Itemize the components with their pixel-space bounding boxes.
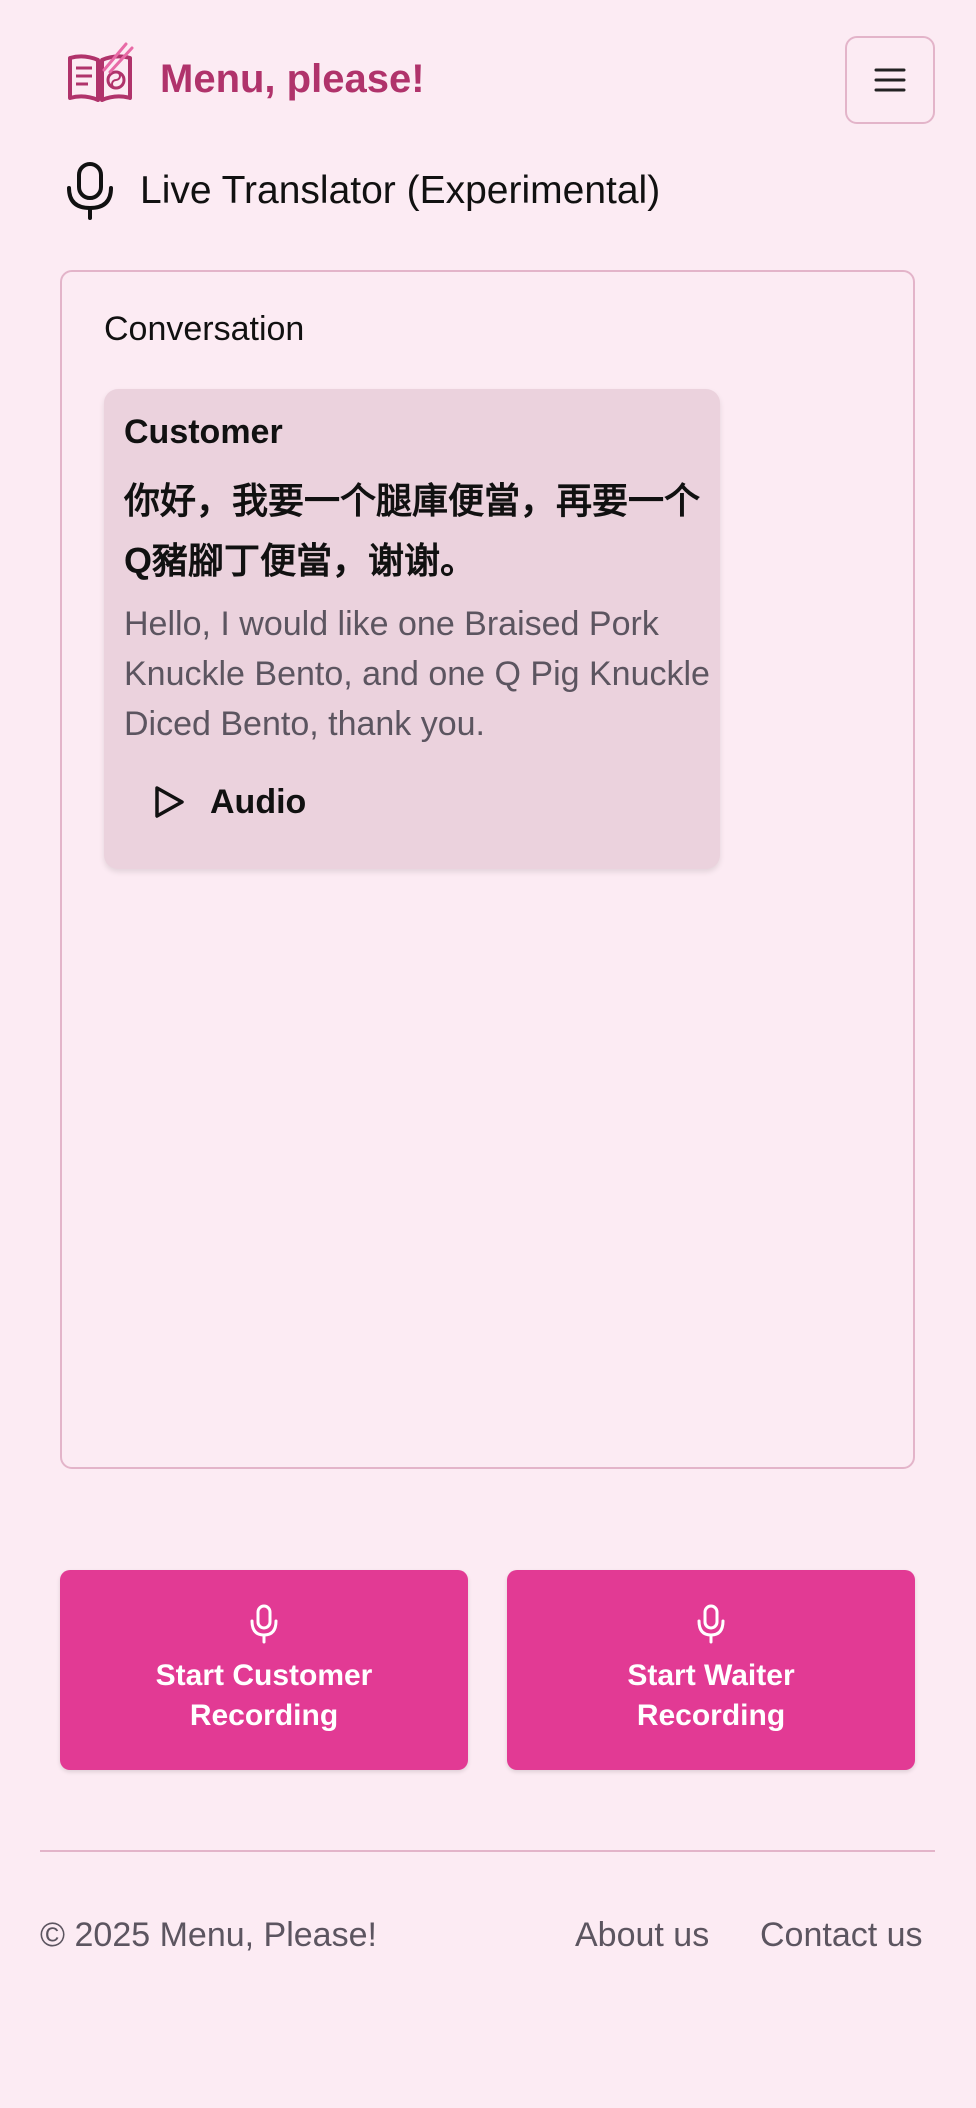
start-customer-recording-label: Start Customer Recording (155, 1659, 373, 1732)
start-waiter-recording-label: Start Waiter Recording (627, 1659, 795, 1732)
about-us-link[interactable]: About us (575, 1916, 709, 1955)
microphone-icon (697, 1604, 725, 1644)
audio-label: Audio (210, 782, 307, 821)
microphone-icon (67, 162, 113, 220)
page-title: Live Translator (Experimental) (140, 169, 661, 212)
menu-book-chopsticks-icon (68, 42, 134, 102)
menu-button[interactable] (845, 36, 935, 124)
message-bubble: Customer 你好，我要一个腿庫便當，再要一个Q豬腳丁便當，谢谢。 Hell… (104, 389, 720, 869)
contact-us-link[interactable]: Contact us (760, 1916, 923, 1955)
header: Menu, please! (0, 0, 976, 160)
conversation-title: Conversation (104, 310, 305, 348)
play-icon (155, 786, 184, 818)
app-logo[interactable] (64, 40, 136, 112)
microphone-icon (250, 1604, 278, 1644)
message-translation: Hello, I would like one Braised Pork Knu… (124, 605, 710, 743)
start-customer-recording-button[interactable]: Start Customer Recording (60, 1570, 468, 1770)
message-speaker: Customer (124, 413, 283, 451)
start-waiter-recording-button[interactable]: Start Waiter Recording (507, 1570, 915, 1770)
footer-divider (40, 1850, 935, 1852)
message-original-text: 你好，我要一个腿庫便當，再要一个Q豬腳丁便當，谢谢。 (124, 480, 701, 581)
page: Menu, please! Live Translator (Experimen… (0, 0, 976, 2108)
conversation-panel: Conversation Customer 你好，我要一个腿庫便當，再要一个Q豬… (60, 270, 915, 1469)
page-heading: Live Translator (Experimental) (64, 160, 864, 222)
footer-copyright: © 2025 Menu, Please! (40, 1916, 377, 1954)
app-title[interactable]: Menu, please! (160, 54, 425, 104)
audio-play-button[interactable]: Audio (152, 772, 306, 832)
hamburger-icon (874, 68, 906, 92)
